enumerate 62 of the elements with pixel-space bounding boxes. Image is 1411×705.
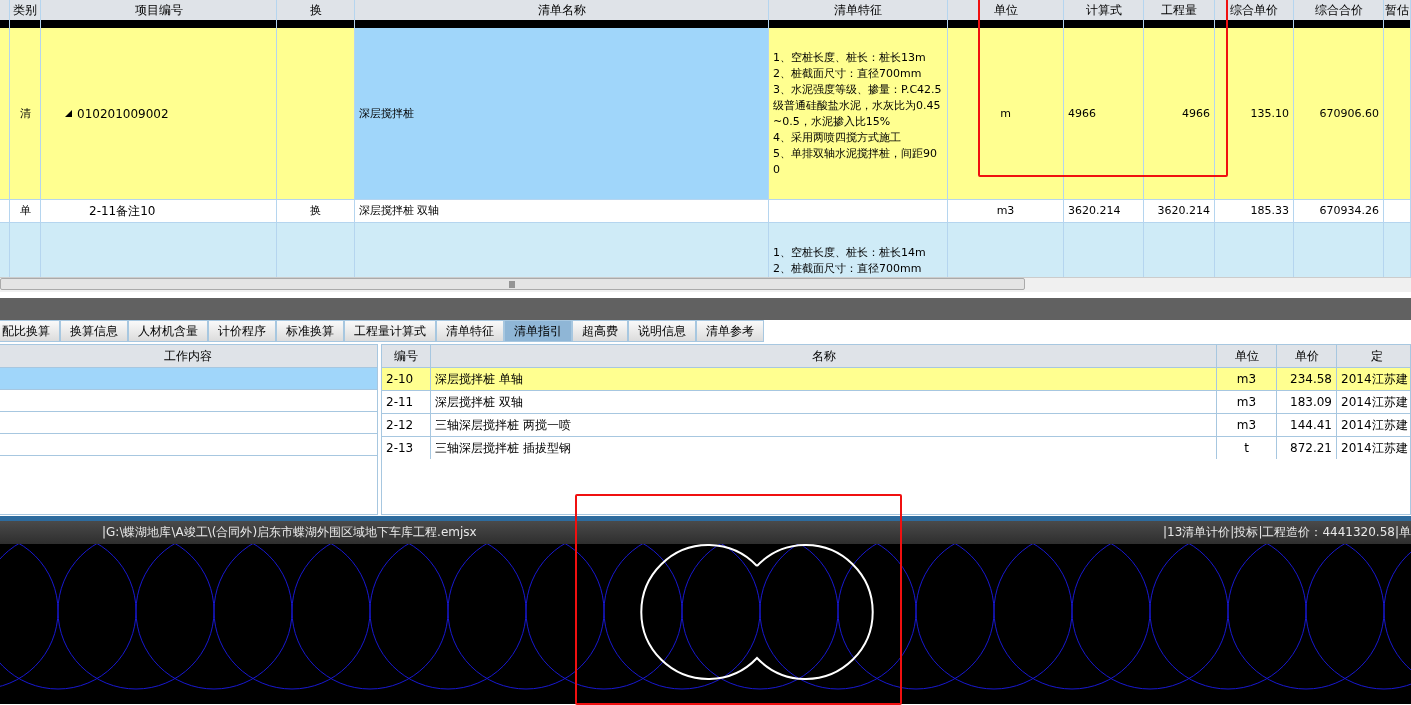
- table-cell: 2-13: [382, 437, 431, 459]
- table-cell: 三轴深层搅拌桩 两搅一喷: [431, 414, 1217, 436]
- expanded-triangle-icon[interactable]: [65, 110, 72, 117]
- column-header: 工作内容: [0, 345, 377, 368]
- table-cell: 2014江苏建: [1337, 368, 1410, 390]
- tab[interactable]: 配比换算: [0, 320, 60, 342]
- table-cell: 234.58: [1277, 368, 1337, 390]
- table-cell: 三轴深层搅拌桩 插拔型钢: [431, 437, 1217, 459]
- table-cell: 深层搅拌桩 双轴: [431, 391, 1217, 413]
- table-cell: m3: [996, 203, 1015, 219]
- table-cell: 670906.60: [1319, 105, 1379, 122]
- table-cell: 2-11备注10: [89, 202, 156, 220]
- table-cell: 换: [310, 203, 321, 219]
- tab[interactable]: 标准换算: [276, 320, 344, 342]
- table-cell: 深层搅拌桩 双轴: [359, 203, 440, 219]
- table-cell: 872.21: [1277, 437, 1337, 459]
- tab[interactable]: 换算信息: [60, 320, 128, 342]
- table-cell: 1、空桩长度、桩长：桩长13m 2、桩截面尺寸：直径700mm 3、水泥强度等级、掺量：P.C42.5级普通硅酸盐水泥，水灰比为0.45~0.5，水泥掺入比15% 4、采用两喷四搅方式施工 5、单排双轴水泥搅拌桩，间距900: [773, 49, 943, 178]
- table-cell: 2-10: [382, 368, 431, 390]
- table-cell: t: [1217, 437, 1277, 459]
- horizontal-scrollbar[interactable]: [0, 277, 1411, 292]
- splitter-bar[interactable]: [0, 298, 1411, 320]
- table-cell: 144.41: [1277, 414, 1337, 436]
- status-item: |13清单计价: [1163, 524, 1231, 541]
- table-cell: m3: [1217, 368, 1277, 390]
- status-item: |单: [1394, 524, 1411, 541]
- table-cell: 2014江苏建: [1337, 437, 1410, 459]
- tab[interactable]: 说明信息: [628, 320, 696, 342]
- table-cell: 深层搅拌桩 单轴: [431, 368, 1217, 390]
- list-row[interactable]: [0, 368, 377, 390]
- table-cell: 4966: [1068, 105, 1096, 122]
- table-cell: 2014江苏建: [1337, 414, 1410, 436]
- grip-icon: [509, 280, 516, 288]
- table-cell: 670934.26: [1319, 203, 1379, 219]
- table-cell: 清: [19, 105, 31, 122]
- tab[interactable]: 计价程序: [208, 320, 276, 342]
- status-item: |投标: [1230, 524, 1259, 541]
- table-cell: 深层搅拌桩: [359, 105, 414, 122]
- table-cell: 183.09: [1277, 391, 1337, 413]
- table-cell: 2-11: [382, 391, 431, 413]
- table-cell: 010201009002: [77, 106, 169, 121]
- table-cell: 185.33: [1250, 203, 1289, 219]
- tab[interactable]: 清单参考: [696, 320, 764, 342]
- tab[interactable]: 人材机含量: [128, 320, 208, 342]
- status-item: |工程造价：4441320.58: [1258, 524, 1395, 541]
- table-cell: m: [1000, 105, 1011, 122]
- tab[interactable]: 清单指引: [504, 320, 572, 342]
- table-cell: 4966: [1182, 105, 1210, 122]
- table-cell: 1、空桩长度、桩长：桩长14m 2、桩截面尺寸：直径700mm: [773, 245, 926, 277]
- table-cell: 135.10: [1250, 105, 1289, 122]
- table-cell: 单: [19, 203, 31, 219]
- scrollbar-thumb[interactable]: [0, 278, 1025, 290]
- table-cell: 2014江苏建: [1337, 391, 1410, 413]
- file-path: |G:\蝶湖地库\A竣工\(合同外)启东市蝶湖外围区域地下车库工程.emjsx: [102, 524, 477, 541]
- tab[interactable]: 工程量计算式: [344, 320, 436, 342]
- tab[interactable]: 清单特征: [436, 320, 504, 342]
- table-cell: m3: [1217, 414, 1277, 436]
- table-cell: 3620.214: [1068, 203, 1121, 219]
- table-cell: m3: [1217, 391, 1277, 413]
- table-cell: 3620.214: [1157, 203, 1210, 219]
- tab[interactable]: 超高费: [572, 320, 628, 342]
- table-cell: 2-12: [382, 414, 431, 436]
